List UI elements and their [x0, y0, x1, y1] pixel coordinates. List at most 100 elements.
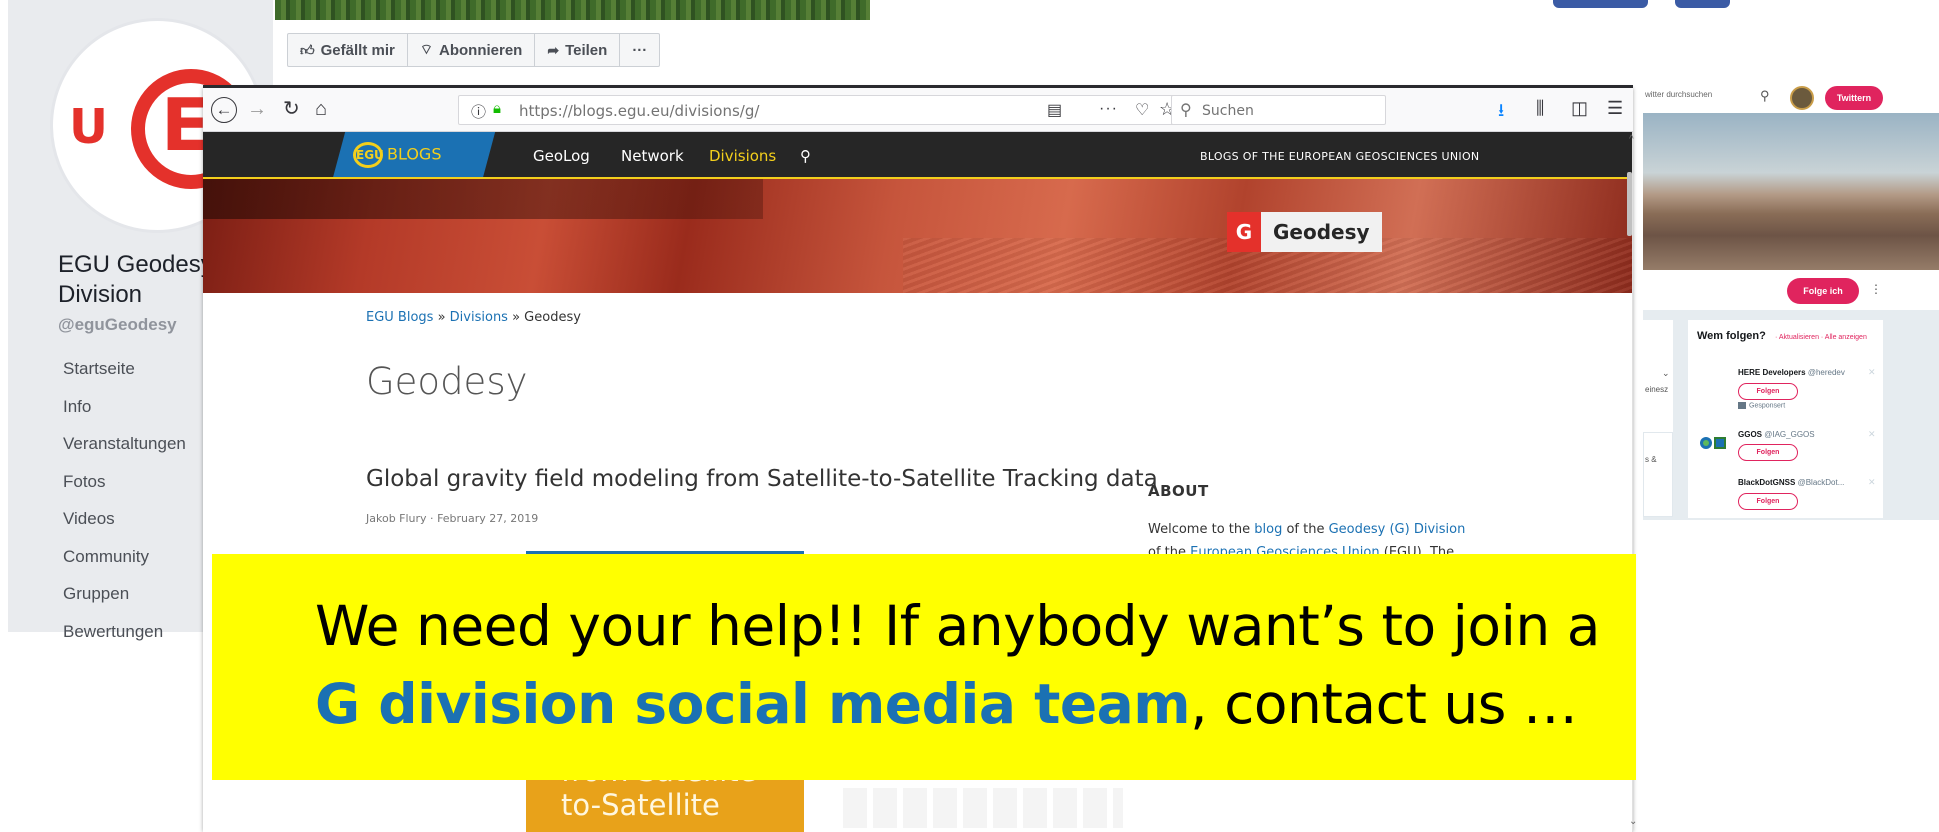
post-title[interactable]: Global gravity field modeling from Satel… [366, 466, 1158, 492]
avatar[interactable] [1790, 86, 1814, 110]
division-badge: G Geodesy [1227, 212, 1382, 252]
suggestion-name[interactable]: HERE Developers @heredev [1738, 368, 1845, 377]
thumbs-up-icon: 👍︎ [300, 41, 315, 58]
cover-photo [275, 0, 870, 20]
breadcrumb-divisions[interactable]: Divisions [450, 310, 508, 325]
close-icon[interactable]: ✕ [1868, 429, 1876, 440]
post-date: February 27, 2019 [437, 512, 539, 525]
ad-icon [1738, 402, 1746, 409]
tweet-button[interactable]: Twittern [1825, 86, 1883, 110]
search-placeholder: Suchen [1202, 103, 1254, 119]
following-button[interactable]: Folge ich [1787, 278, 1859, 304]
close-icon[interactable]: ✕ [1868, 367, 1876, 378]
slide: 👍︎ Gefällt mir ⌔ Abonnieren ➦ Teilen ···… [0, 0, 1939, 832]
share-button[interactable]: ➦ Teilen [535, 34, 621, 66]
ggos-logo-icon [1700, 437, 1726, 449]
nav-item-veranstaltungen[interactable]: Veranstaltungen [63, 433, 186, 471]
geodesy-division-link[interactable]: Geodesy (G) Division [1329, 522, 1466, 537]
callout-box [212, 554, 1636, 780]
suggestion-name[interactable]: GGOS @IAG_GGOS [1738, 430, 1815, 439]
page-nav: Startseite Info Veranstaltungen Fotos Vi… [63, 358, 186, 658]
rss-icon: ⌔ [419, 41, 433, 57]
page-name[interactable]: EGU Geodesy Division [58, 250, 213, 310]
lock-icon: 🔒︎ [493, 100, 501, 117]
more-button[interactable]: ··· [620, 34, 659, 66]
browser-toolbar: ← → ↻ ⌂ ⓘ 🔒︎ https://blogs.egu.eu/divisi… [203, 88, 1633, 132]
menu-geolog[interactable]: GeoLog [533, 147, 590, 165]
share-arrow-icon: ➦ [547, 41, 560, 58]
twitter-search-input[interactable]: witter durchsuchen [1645, 90, 1712, 99]
division-title: Geodesy [1261, 212, 1382, 252]
breadcrumb: EGU Blogs » Divisions » Geodesy [366, 310, 581, 325]
follow-button[interactable]: Folgen [1738, 444, 1798, 461]
home-icon[interactable]: ⌂ [315, 97, 327, 121]
search-bar[interactable]: ⚲ Suchen [1171, 95, 1386, 125]
sidebar-icon[interactable]: ◫ [1571, 98, 1588, 119]
nav-item-info[interactable]: Info [63, 396, 186, 434]
callout-highlight: G division social media team [315, 672, 1191, 736]
follow-button[interactable]: Folgen [1738, 383, 1798, 400]
egu-logo-icon: ᑌ [69, 99, 108, 155]
library-icon[interactable]: ⫼ [1536, 98, 1544, 119]
like-button[interactable]: 👍︎ Gefällt mir [288, 34, 408, 66]
search-icon: ⚲ [1180, 102, 1192, 119]
more-icon: ··· [632, 41, 648, 59]
nav-item-gruppen[interactable]: Gruppen [63, 583, 186, 621]
menu-network[interactable]: Network [621, 147, 684, 165]
search-icon[interactable]: ⚲ [1760, 88, 1770, 104]
left-card-text: einesz [1645, 385, 1669, 394]
site-logo[interactable]: EGU BLOGS [353, 142, 441, 168]
hero-shade [203, 179, 763, 219]
pocket-icon[interactable]: ♡ [1135, 100, 1149, 120]
forward-arrow-icon[interactable]: → [247, 97, 267, 121]
url-bar[interactable]: ⓘ 🔒︎ https://blogs.egu.eu/divisions/g/ ▤… [458, 95, 1178, 125]
twitter-banner-image [1643, 113, 1939, 270]
post-meta: Jakob Flury · February 27, 2019 [366, 512, 539, 525]
reload-icon[interactable]: ↻ [283, 97, 300, 121]
search-icon[interactable]: ⚲ [800, 147, 811, 165]
download-icon[interactable]: ⭳ [1498, 98, 1504, 128]
post-author[interactable]: Jakob Flury [366, 512, 427, 525]
nav-item-fotos[interactable]: Fotos [63, 471, 186, 509]
scroll-up-icon[interactable]: ^ [1629, 134, 1634, 145]
more-options-icon[interactable]: ⋮ [1870, 282, 1882, 296]
page-title: Geodesy [366, 360, 528, 403]
nav-item-startseite[interactable]: Startseite [63, 358, 186, 396]
hamburger-menu-icon[interactable]: ☰ [1607, 98, 1623, 119]
left-card-text-2: s & [1645, 455, 1657, 464]
top-blue-button[interactable] [1553, 0, 1648, 8]
who-to-follow-card [1688, 320, 1883, 518]
breadcrumb-current: Geodesy [524, 310, 581, 325]
egu-logo-icon: EGU [353, 142, 384, 168]
url-text[interactable]: https://blogs.egu.eu/divisions/g/ [519, 102, 759, 120]
page-action-bar: 👍︎ Gefällt mir ⌔ Abonnieren ➦ Teilen ··· [287, 33, 661, 67]
breadcrumb-egu-blogs[interactable]: EGU Blogs [366, 310, 433, 325]
scroll-down-icon[interactable]: ⌄ [1629, 816, 1637, 827]
left-card-2 [1643, 432, 1673, 517]
subscribe-button[interactable]: ⌔ Abonnieren [408, 34, 536, 66]
follow-button[interactable]: Folgen [1738, 493, 1798, 510]
division-letter: G [1227, 212, 1261, 252]
close-icon[interactable]: ✕ [1868, 477, 1876, 488]
page-actions-icon[interactable]: ··· [1099, 100, 1118, 118]
site-tagline: BLOGS OF THE EUROPEAN GEOSCIENCES UNION [1200, 150, 1480, 163]
suggestion-name[interactable]: BlackDotGNSS @BlackDot... [1738, 478, 1844, 487]
who-to-follow-links[interactable]: · Aktualisieren · Alle anzeigen [1697, 332, 1877, 343]
reader-view-icon[interactable]: ▤ [1047, 100, 1062, 120]
nav-item-bewertungen[interactable]: Bewertungen [63, 621, 186, 659]
nav-item-videos[interactable]: Videos [63, 508, 186, 546]
faint-text-block [843, 788, 1123, 828]
menu-divisions[interactable]: Divisions [709, 147, 776, 165]
blog-link[interactable]: blog [1254, 522, 1282, 537]
top-blue-button-2[interactable] [1675, 0, 1730, 8]
chevron-down-icon[interactable]: ⌄ [1662, 368, 1670, 379]
about-heading: ABOUT [1148, 482, 1209, 500]
nav-item-community[interactable]: Community [63, 546, 186, 584]
sponsored-label: Gesponsert [1738, 402, 1785, 409]
info-icon[interactable]: ⓘ [471, 101, 486, 122]
scrollbar-thumb[interactable] [1627, 172, 1632, 236]
callout-line-2: G division social media team, contact us… [315, 672, 1578, 736]
back-arrow-icon[interactable]: ← [211, 97, 237, 123]
page-handle[interactable]: @eguGeodesy [58, 315, 177, 335]
callout-line-1: We need your help!! If anybody want’s to… [315, 594, 1600, 658]
